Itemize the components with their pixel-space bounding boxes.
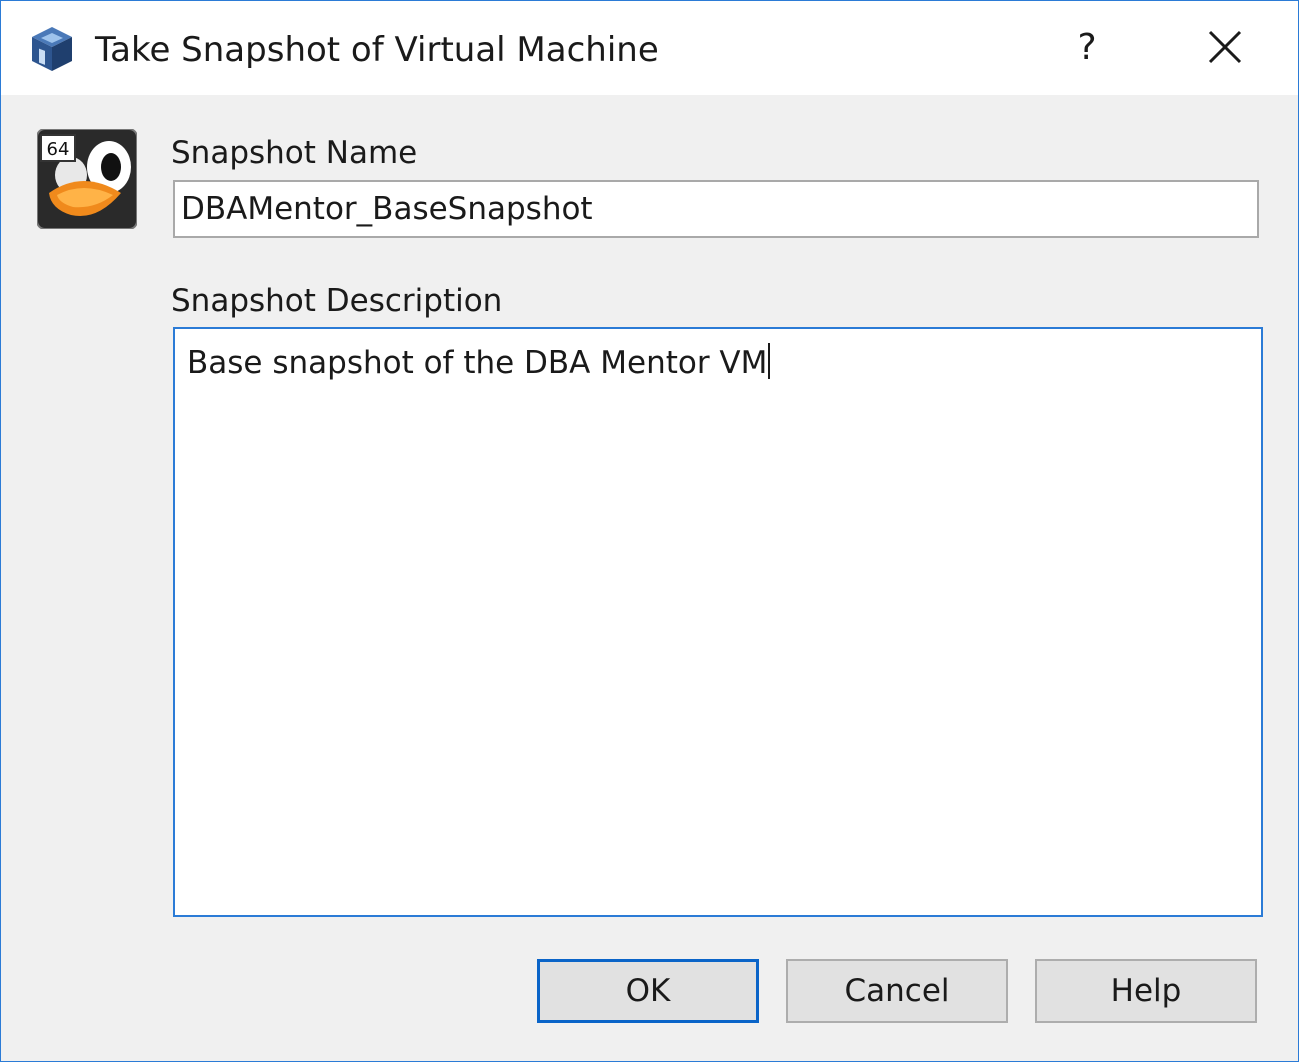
linux-64bit-penguin-icon: 64: [37, 129, 137, 229]
dialog-title: Take Snapshot of Virtual Machine: [95, 30, 659, 70]
snapshot-name-label: Snapshot Name: [171, 135, 418, 171]
ok-button[interactable]: OK: [537, 959, 759, 1023]
close-icon[interactable]: [1193, 19, 1257, 77]
snapshot-dialog: Take Snapshot of Virtual Machine ? 64 Sn…: [0, 0, 1299, 1062]
snapshot-description-label: Snapshot Description: [171, 283, 503, 319]
snapshot-name-input[interactable]: DBAMentor_BaseSnapshot: [173, 180, 1259, 238]
context-help-button[interactable]: ?: [1059, 19, 1115, 77]
help-button[interactable]: Help: [1035, 959, 1257, 1023]
snapshot-description-textarea[interactable]: Base snapshot of the DBA Mentor VM: [173, 327, 1263, 917]
vm-arch-badge: 64: [47, 139, 70, 160]
title-bar[interactable]: Take Snapshot of Virtual Machine ?: [1, 1, 1298, 95]
snapshot-description-text: Base snapshot of the DBA Mentor VM: [187, 345, 768, 381]
virtualbox-cube-icon: [32, 27, 72, 71]
cancel-button[interactable]: Cancel: [786, 959, 1008, 1023]
text-caret: [768, 343, 771, 379]
